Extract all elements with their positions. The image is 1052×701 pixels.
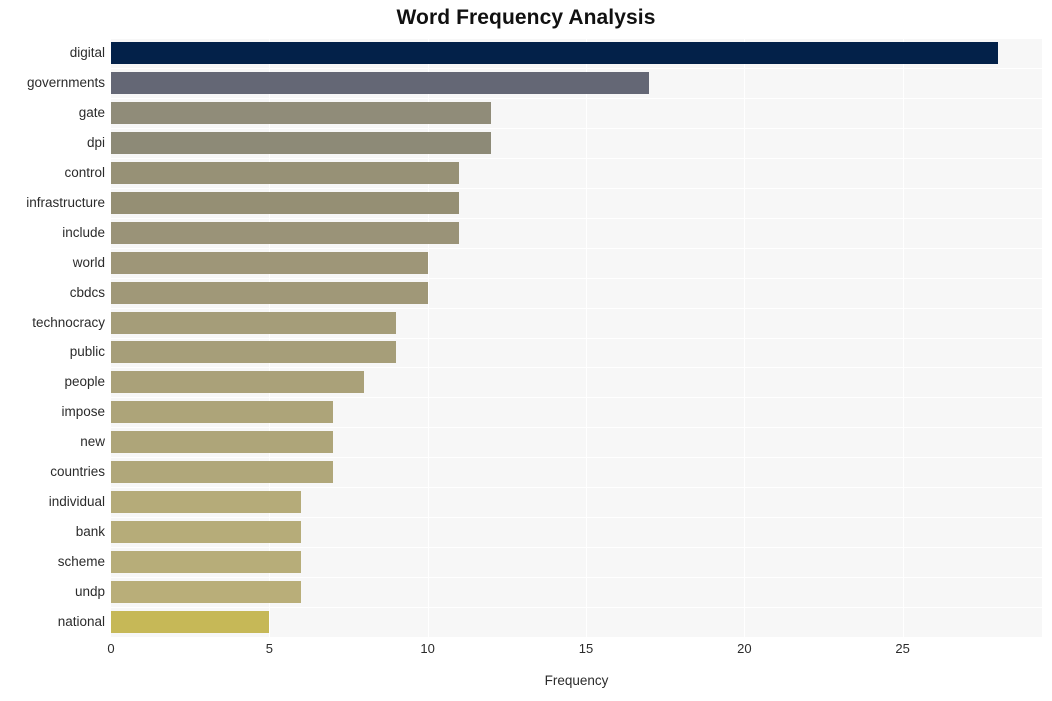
gridline-horizontal — [111, 68, 1042, 69]
y-axis-tick-label: undp — [74, 584, 105, 600]
x-axis-tick-label: 5 — [265, 641, 273, 656]
y-axis-tick-label: world — [72, 254, 105, 270]
y-axis-tick-label: impose — [61, 404, 105, 420]
bar — [111, 611, 270, 634]
gridline-horizontal — [111, 397, 1042, 398]
y-axis-tick-label: countries — [50, 464, 105, 480]
x-axis-tick-label: 0 — [107, 641, 115, 656]
bar — [111, 101, 491, 124]
y-axis-tick-label: dpi — [86, 134, 105, 150]
y-axis-tick-label: technocracy — [32, 314, 105, 330]
bar — [111, 581, 301, 604]
y-axis-tick-label: bank — [75, 524, 105, 540]
bar — [111, 251, 428, 274]
gridline-horizontal — [111, 457, 1042, 458]
bar — [111, 461, 333, 484]
gridline-horizontal — [111, 338, 1042, 339]
y-axis-tick-label: infrastructure — [26, 194, 105, 210]
gridline-horizontal — [111, 487, 1042, 488]
y-axis-tick-label: individual — [48, 494, 105, 510]
gridline-horizontal — [111, 188, 1042, 189]
chart-figure: Word Frequency Analysis digital governmen… — [0, 0, 1052, 701]
gridline-horizontal — [111, 128, 1042, 129]
gridline-horizontal — [111, 218, 1042, 219]
y-axis-tick-label: national — [57, 614, 105, 630]
y-axis-tick-label: public — [69, 344, 105, 360]
y-axis-tick-label: new — [80, 434, 105, 450]
bar — [111, 131, 491, 154]
bar — [111, 341, 396, 364]
bar — [111, 521, 301, 544]
gridline-horizontal — [111, 278, 1042, 279]
gridline-horizontal — [111, 577, 1042, 578]
gridline-horizontal — [111, 158, 1042, 159]
x-axis-tick-labels: 0 5 10 15 20 25 — [0, 641, 1052, 663]
chart-title: Word Frequency Analysis — [396, 6, 656, 29]
gridline-horizontal — [111, 367, 1042, 368]
bar — [111, 71, 650, 94]
bar — [111, 431, 333, 454]
y-axis-tick-label: digital — [69, 44, 105, 60]
y-axis-tick-label: governments — [26, 74, 105, 90]
gridline-horizontal — [111, 38, 1042, 39]
y-axis-tick-label: people — [64, 374, 105, 390]
y-axis-tick-label: scheme — [57, 554, 105, 570]
bar — [111, 281, 428, 304]
x-axis-tick-label: 10 — [420, 641, 435, 656]
bar — [111, 221, 460, 244]
gridline-horizontal — [111, 517, 1042, 518]
x-axis-tick-label: 20 — [737, 641, 752, 656]
gridline-horizontal — [111, 308, 1042, 309]
gridline-horizontal — [111, 547, 1042, 548]
x-axis-tick-label: 15 — [578, 641, 594, 656]
y-axis-tick-label: include — [62, 224, 105, 240]
y-axis-tick-label: gate — [78, 104, 105, 120]
bar — [111, 191, 460, 214]
bar — [111, 161, 460, 184]
plot-area — [111, 38, 1042, 637]
x-axis-label: Frequency — [544, 673, 609, 688]
bar — [111, 371, 365, 394]
gridline-horizontal — [111, 98, 1042, 99]
y-axis-tick-label: cbdcs — [69, 284, 105, 300]
bar — [111, 41, 998, 64]
x-axis-tick-label: 25 — [895, 641, 910, 656]
gridline-horizontal — [111, 607, 1042, 608]
gridline-horizontal — [111, 427, 1042, 428]
bar — [111, 491, 301, 514]
bar — [111, 401, 333, 424]
y-axis-tick-labels: digital governments gate dpi control infrastr… — [0, 38, 105, 637]
bar — [111, 311, 396, 334]
y-axis-tick-label: control — [64, 164, 105, 180]
gridline-horizontal — [111, 248, 1042, 249]
bar — [111, 551, 301, 574]
